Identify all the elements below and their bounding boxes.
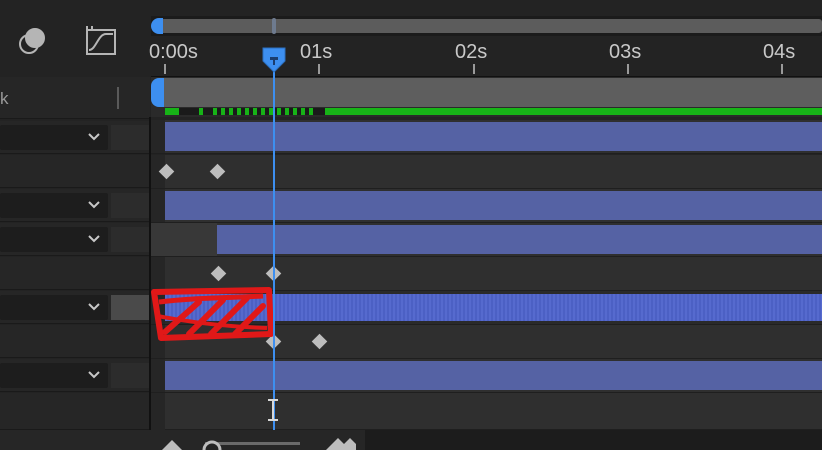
layer-option-box[interactable] xyxy=(111,125,149,150)
playhead-icon[interactable] xyxy=(262,47,286,73)
layer-row[interactable] xyxy=(0,121,150,154)
graph-editor-icon[interactable] xyxy=(84,24,118,58)
ruler-tick xyxy=(627,64,629,74)
layer-option-box[interactable] xyxy=(111,295,149,320)
property-row[interactable] xyxy=(0,155,150,188)
work-area-start-handle[interactable] xyxy=(151,78,164,107)
ruler-tick xyxy=(473,64,475,74)
layer-row[interactable] xyxy=(0,359,150,392)
chevron-down-icon xyxy=(88,303,100,311)
work-area-range[interactable] xyxy=(163,78,822,107)
time-navigator-start-handle[interactable] xyxy=(151,18,163,34)
ruler-tick xyxy=(318,64,320,74)
layer-panel xyxy=(0,119,150,430)
layer-row[interactable] xyxy=(0,291,150,324)
current-time-indicator-line[interactable] xyxy=(273,58,275,430)
chevron-down-icon xyxy=(88,201,100,209)
property-row[interactable] xyxy=(0,257,150,290)
layers-icon[interactable] xyxy=(16,24,50,58)
time-navigator-track[interactable] xyxy=(157,19,822,33)
blend-mode-dropdown[interactable] xyxy=(0,125,108,150)
layer-bar[interactable] xyxy=(165,361,822,390)
search-input-text: k xyxy=(0,89,9,108)
keyframe-icon[interactable] xyxy=(311,333,328,350)
navigator-time-marker xyxy=(272,18,276,34)
layer-row[interactable] xyxy=(0,189,150,222)
timeline-toolbar xyxy=(0,0,150,77)
zoom-slider-handle[interactable] xyxy=(201,436,223,450)
timeline-panel: 0:00s 01s 02s 03s 04s xyxy=(149,0,822,430)
time-ruler[interactable]: 0:00s 01s 02s 03s 04s xyxy=(149,36,822,77)
ruler-label: 04s xyxy=(763,41,796,63)
ruler-label: 0:00s xyxy=(149,41,198,63)
layer-option-box[interactable] xyxy=(111,193,149,218)
blend-mode-dropdown[interactable] xyxy=(0,295,108,320)
chevron-down-icon xyxy=(88,133,100,141)
keyframe-icon[interactable] xyxy=(210,265,227,282)
text-cursor-icon xyxy=(268,399,278,421)
work-area-bar[interactable] xyxy=(151,77,822,117)
keyframe-icon[interactable] xyxy=(209,163,226,180)
layer-track[interactable] xyxy=(151,189,822,223)
search-separator xyxy=(117,87,119,109)
ruler-label: 02s xyxy=(455,41,488,63)
zoom-in-mountain-icon[interactable] xyxy=(324,434,356,450)
layer-option-box[interactable] xyxy=(111,227,149,252)
annotation-scribble xyxy=(151,287,274,341)
layer-track[interactable] xyxy=(151,120,822,154)
layer-search-field[interactable]: k xyxy=(0,77,150,119)
chevron-down-icon xyxy=(88,371,100,379)
property-row[interactable] xyxy=(0,393,150,430)
time-navigator[interactable] xyxy=(151,16,822,36)
property-track[interactable] xyxy=(151,155,822,189)
ruler-tick xyxy=(781,64,783,74)
layer-row[interactable] xyxy=(0,223,150,256)
layer-track[interactable] xyxy=(151,359,822,393)
ruler-label: 01s xyxy=(300,41,333,63)
render-cache-indicator xyxy=(165,108,822,115)
zoom-out-mountain-icon[interactable] xyxy=(160,438,184,450)
layer-bar[interactable] xyxy=(217,225,822,254)
ruler-tick xyxy=(164,64,166,74)
layer-bar[interactable] xyxy=(165,122,822,151)
chevron-down-icon xyxy=(88,235,100,243)
ruler-label: 03s xyxy=(609,41,642,63)
layer-track[interactable] xyxy=(151,223,822,257)
property-row[interactable] xyxy=(0,325,150,358)
layer-option-box[interactable] xyxy=(111,363,149,388)
blend-mode-dropdown[interactable] xyxy=(0,193,108,218)
layer-bar[interactable] xyxy=(165,191,822,220)
timeline-footer xyxy=(0,430,822,450)
property-track[interactable] xyxy=(151,393,822,430)
blend-mode-dropdown[interactable] xyxy=(0,227,108,252)
blend-mode-dropdown[interactable] xyxy=(0,363,108,388)
